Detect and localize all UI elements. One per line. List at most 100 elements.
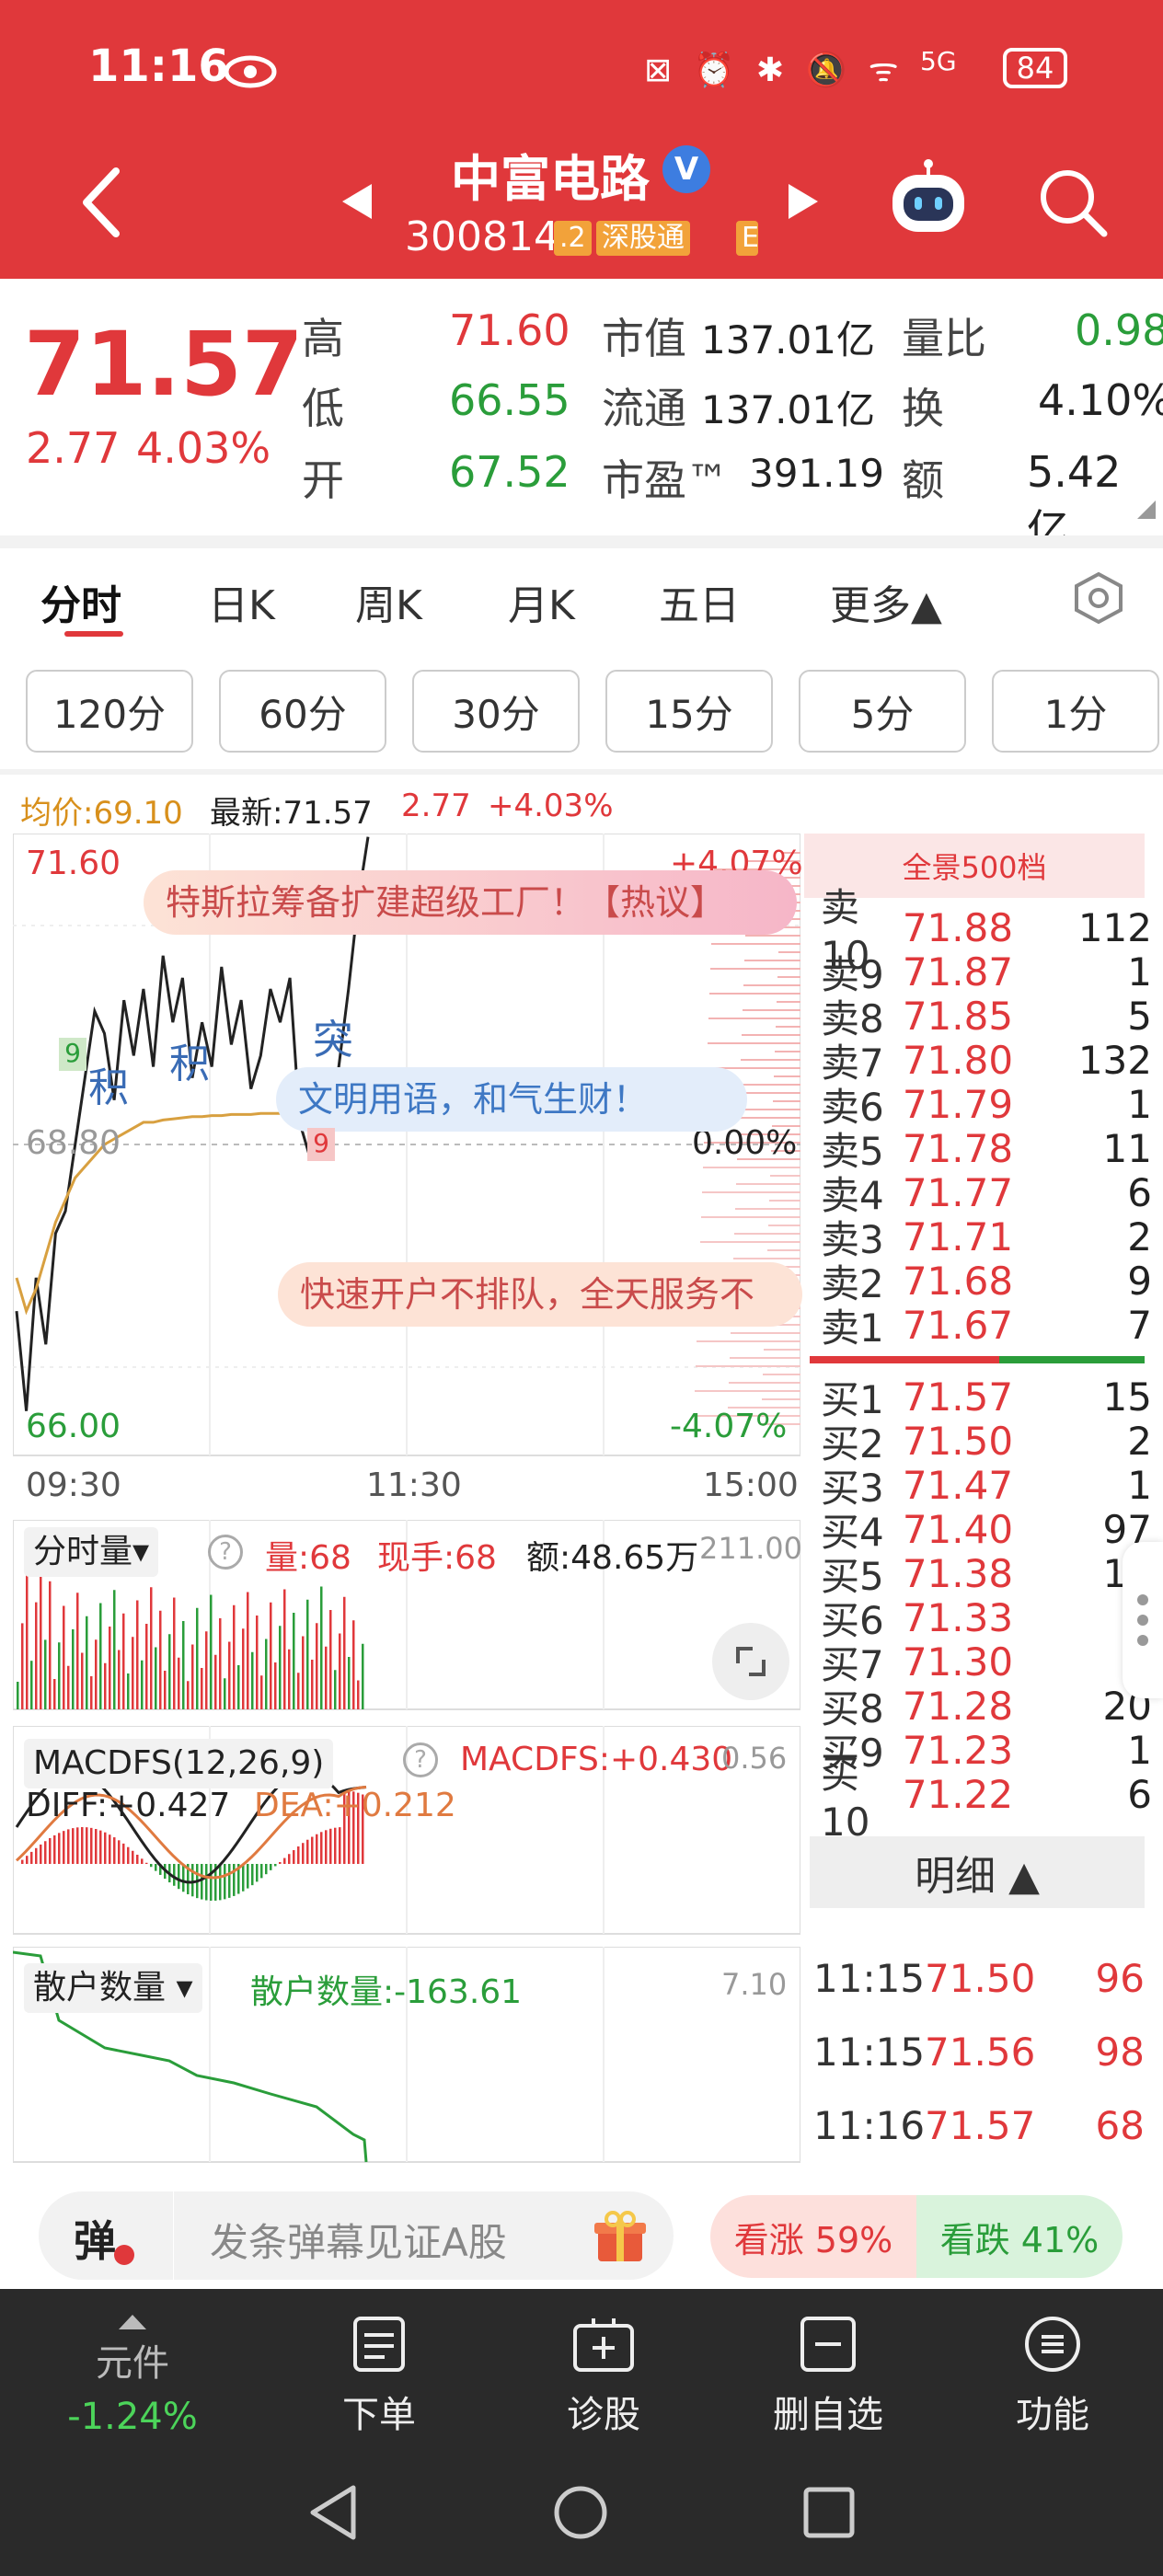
danmu-bubble[interactable]: 快速开户不排队，全天服务不 (278, 1262, 802, 1327)
tag-sgt: 深股通 (596, 221, 690, 256)
period-120[interactable]: 120分 (26, 670, 193, 753)
search-icon[interactable] (1036, 166, 1110, 239)
depth-bar (708, 1018, 800, 1019)
signal-marker: 积 (88, 1064, 129, 1111)
trade-row: 11:15 71.56 98 (813, 2015, 1145, 2088)
danmu-bubble[interactable]: 文明用语，和气生财！ (276, 1067, 747, 1132)
tab-month-k[interactable]: 月K (508, 572, 575, 631)
buy-order-row-price: 71.30 (902, 1639, 1014, 1685)
macd-indicator-select[interactable]: MACDFS(12,26,9) (24, 1739, 334, 1788)
period-30[interactable]: 30分 (412, 670, 580, 753)
volume-bar (173, 1597, 176, 1709)
fullscreen-icon[interactable] (712, 1623, 789, 1700)
period-5[interactable]: 5分 (799, 670, 966, 753)
bearish-vote-button[interactable]: 看跌 41% (916, 2195, 1123, 2278)
sell-order-row-price: 71.77 (902, 1169, 1014, 1215)
order-button[interactable]: 下单 (287, 2289, 471, 2464)
tab-underline (64, 631, 123, 637)
volume-bar (35, 1602, 38, 1709)
macd-bar (76, 1827, 79, 1864)
volume-bar (283, 1589, 286, 1709)
volume-bar (63, 1605, 65, 1709)
macd-bar (311, 1836, 314, 1864)
stock-code: 300814 (405, 213, 559, 260)
avg-price: 均价:69.10 (20, 795, 183, 832)
trade-time: 11:16 (813, 2102, 926, 2148)
diagnose-icon (573, 2318, 634, 2372)
next-stock-icon[interactable] (787, 182, 820, 221)
period-15[interactable]: 15分 (605, 670, 773, 753)
index-name: 元件 (96, 2342, 169, 2385)
buy-order-row-price: 71.38 (902, 1550, 1014, 1596)
depth-bar (769, 1200, 800, 1202)
tab-day-k[interactable]: 日K (208, 572, 275, 631)
volume-bar (99, 1603, 102, 1709)
volume-bar (67, 1665, 70, 1709)
signal-marker: 积 (169, 1041, 210, 1087)
macd-bar (302, 1843, 305, 1864)
depth-bar (702, 1191, 800, 1193)
system-recents-icon[interactable] (802, 2486, 856, 2539)
pe-value: 391.19 (749, 451, 884, 496)
diagnose-button[interactable]: 诊股 (512, 2289, 696, 2464)
macd-bar (297, 1846, 300, 1864)
system-back-icon[interactable] (307, 2484, 359, 2541)
trade-detail-toggle[interactable]: 明细 ▲ (810, 1836, 1145, 1908)
danmu-input[interactable]: 发条弹幕见证A股 (210, 2212, 507, 2268)
macd-bar (81, 1827, 84, 1864)
sell-order-row[interactable]: 卖1 71.67 7 (821, 1303, 1152, 1351)
help-icon[interactable]: ? (403, 1742, 438, 1777)
help-icon[interactable]: ? (208, 1535, 243, 1570)
volume-indicator-select[interactable]: 分时量▾ (24, 1527, 159, 1577)
index-ticker[interactable]: 元件 -1.24% (40, 2289, 225, 2464)
side-more-icon[interactable] (1123, 1542, 1163, 1698)
volume-bar (237, 1665, 240, 1709)
prev-stock-icon[interactable] (340, 182, 374, 221)
depth-bar (733, 1258, 800, 1259)
tab-week-k[interactable]: 周K (355, 572, 422, 631)
robot-assistant-icon[interactable] (887, 158, 970, 237)
danmu-bubble[interactable]: 特斯拉筹备扩建超级工厂！【热议】 (144, 870, 797, 935)
sell-order-row-volume: 5 (1127, 993, 1152, 1039)
buy-order-row-price: 71.57 (902, 1374, 1014, 1420)
retail-indicator-select[interactable]: 散户数量 ▾ (24, 1963, 202, 2013)
settings-hex-icon[interactable] (1071, 570, 1126, 626)
buy-order-row-price: 71.33 (902, 1594, 1014, 1640)
volume-bar (122, 1613, 125, 1709)
gift-icon[interactable] (591, 2206, 650, 2265)
system-home-icon[interactable] (552, 2484, 609, 2541)
bullish-vote-button[interactable]: 看涨 59% (710, 2195, 916, 2278)
price-change: 2.77 (26, 423, 121, 473)
macd-bar (35, 1847, 38, 1864)
depth-bar (743, 984, 800, 986)
buy-order-row[interactable]: 买10 71.22 6 (821, 1752, 1152, 1845)
sell-order-row-volume: 1 (1127, 949, 1152, 995)
danmu-input-bar[interactable]: 弹 发条弹幕见证A股 (39, 2191, 674, 2280)
macd-bar (242, 1864, 245, 1892)
trade-detail-list: 11:15 71.50 96 11:15 71.56 98 11:16 71.57 68 (813, 1941, 1145, 2162)
macd-bar (58, 1833, 61, 1864)
tab-more[interactable]: 更多▲ (830, 572, 942, 631)
period-60[interactable]: 60分 (219, 670, 386, 753)
remove-watchlist-button[interactable]: 删自选 (736, 2289, 920, 2464)
macd-bar (329, 1828, 332, 1864)
float-label: 流通 (602, 384, 686, 433)
volume-bar (306, 1599, 309, 1709)
depth-bar (703, 1167, 800, 1168)
stock-name: 中富电路 (451, 150, 650, 208)
danmu-toggle-button[interactable]: 弹 (74, 2208, 116, 2269)
chart-change-pct: +4.03% (488, 788, 614, 824)
sell-order-row-volume: 112 (1077, 904, 1152, 950)
macd-bar (334, 1827, 337, 1864)
period-1[interactable]: 1分 (992, 670, 1159, 753)
back-icon[interactable] (79, 166, 125, 239)
expand-corner-icon[interactable] (1137, 500, 1156, 519)
functions-button[interactable]: 功能 (961, 2289, 1145, 2464)
tab-five-day[interactable]: 五日 (659, 572, 740, 631)
buy-order-row-price: 71.22 (902, 1771, 1014, 1817)
depth-bar (770, 1175, 800, 1177)
sell-orders: 卖10 71.88 112 卖9 71.87 1 卖8 71.85 5 卖7 71.80 132 卖6 7… (821, 885, 1152, 1351)
remove-label: 删自选 (773, 2394, 883, 2436)
depth-bar (736, 1183, 800, 1185)
tab-intraday[interactable]: 分时 (40, 572, 121, 631)
